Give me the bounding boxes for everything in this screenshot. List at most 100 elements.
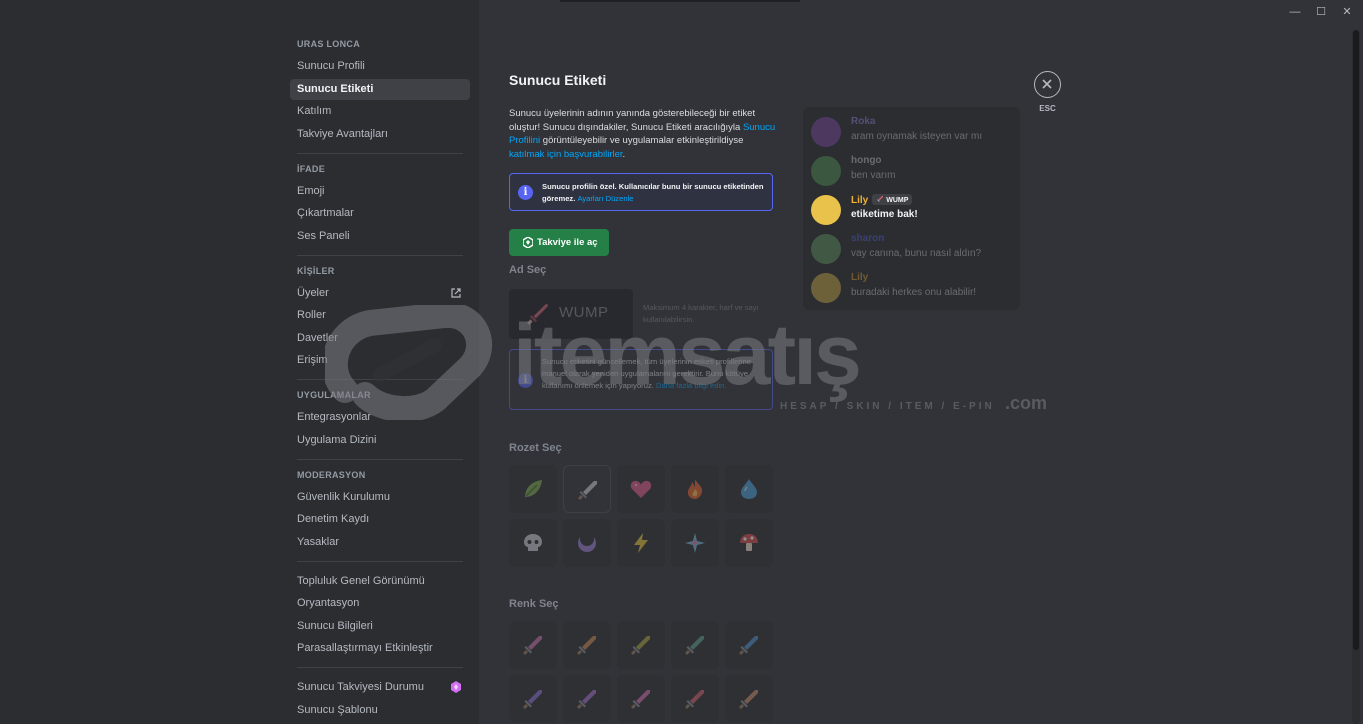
avatar	[811, 234, 841, 264]
boost-gem-icon	[523, 237, 533, 248]
color-option[interactable]	[563, 675, 611, 723]
sidebar-item[interactable]: Yasaklar	[290, 532, 470, 553]
badge-option[interactable]	[725, 465, 773, 513]
sidebar-item[interactable]: Topluluk Genel Görünümü	[290, 571, 470, 592]
avatar	[811, 156, 841, 186]
avatar	[811, 195, 841, 225]
sidebar-item[interactable]: Katılım	[290, 101, 470, 122]
esc-label: ESC	[1039, 104, 1056, 113]
boost-button-label: Takviye ile aç	[537, 237, 598, 248]
badge-option[interactable]	[563, 519, 611, 567]
color-option[interactable]	[725, 675, 773, 723]
nav-section-header: UYGULAMALAR	[297, 390, 371, 400]
heart-icon	[630, 480, 652, 498]
sidebar-item-label: Oryantasyon	[297, 597, 360, 609]
sword-icon	[523, 690, 542, 709]
sidebar-item[interactable]: Üyeler	[290, 283, 470, 304]
apply-link[interactable]: katılmak için başvurabilirler	[509, 149, 623, 160]
info-message: Sunucu profilin özel. Kullanıcılar bunu …	[542, 182, 764, 203]
desc-text: .	[622, 148, 626, 160]
color-option[interactable]	[617, 621, 665, 669]
sidebar-item-label: Denetim Kaydı	[297, 513, 370, 525]
message-author: sharon	[851, 233, 884, 244]
sword-icon	[527, 304, 548, 325]
nav-separator	[297, 667, 463, 668]
minimize-button[interactable]: —	[1287, 4, 1303, 20]
learn-more-link[interactable]: Daha fazla bilgi edin.	[656, 381, 727, 390]
close-settings[interactable]: ESC	[1034, 71, 1061, 113]
sidebar-item[interactable]: Sunucu Şablonu	[290, 700, 470, 721]
sidebar-item[interactable]: Sunucu Profili	[290, 56, 470, 77]
badge-option[interactable]	[509, 465, 557, 513]
info-icon: i	[518, 185, 533, 200]
sidebar-item[interactable]: Entegrasyonlar	[290, 407, 470, 428]
settings-sidebar: URAS LONCA Sunucu Profili Sunucu Etiketi Ka…	[0, 0, 479, 724]
sidebar-item[interactable]: Uygulama Dizini	[290, 430, 470, 451]
color-option[interactable]	[671, 621, 719, 669]
page-title: Sunucu Etiketi	[509, 72, 607, 88]
sidebar-item[interactable]: Roller	[290, 305, 470, 326]
color-option[interactable]	[725, 621, 773, 669]
tag-name-input[interactable]: WUMP	[509, 289, 633, 339]
watermark-tagline: HESAP / SKIN / ITEM / E-PIN	[780, 401, 995, 412]
message-author: hongo	[851, 155, 882, 166]
badge-option[interactable]	[725, 519, 773, 567]
color-option[interactable]	[671, 675, 719, 723]
sidebar-item[interactable]: Denetim Kaydı	[290, 509, 470, 530]
sidebar-item[interactable]: Davetler	[290, 328, 470, 349]
sidebar-item[interactable]: Sunucu Etiketi	[290, 78, 470, 100]
moon-icon	[578, 532, 596, 552]
badge-option[interactable]	[563, 465, 611, 513]
sidebar-item[interactable]: Parasallaştırmayı Etkinleştir	[290, 638, 470, 659]
sidebar-item-label: Üyeler	[297, 286, 329, 299]
sword-icon	[578, 481, 597, 500]
sidebar-item[interactable]: Takviye Avantajları	[290, 124, 470, 145]
badge-option[interactable]	[671, 465, 719, 513]
sidebar-item[interactable]: Çıkartmalar	[290, 203, 470, 224]
sidebar-item-label: Entegrasyonlar	[297, 411, 371, 423]
close-button[interactable]	[1034, 71, 1061, 98]
top-strip	[560, 0, 800, 2]
author-name: Lily	[851, 272, 869, 283]
color-option[interactable]	[617, 675, 665, 723]
nav-separator	[297, 254, 463, 256]
sidebar-item[interactable]: Güvenlik Kurulumu	[290, 487, 470, 508]
sidebar-item[interactable]: Sunucu Bilgileri	[290, 616, 470, 637]
sidebar-item[interactable]: Sunucu Takviyesi Durumu	[290, 677, 470, 698]
unlock-with-boost-button[interactable]: Takviye ile aç	[509, 229, 609, 256]
sidebar-item-label: Emoji	[297, 184, 325, 197]
info-icon: i	[518, 373, 533, 388]
tag-preview-panel: Roka aram oynamak isteyen var mı hongo ben …	[803, 107, 1020, 310]
preview-message: Lily buradaki herkes onu alabilir!	[811, 270, 1016, 306]
badge-option[interactable]	[617, 519, 665, 567]
update-warning-box: i Sunucu etiketini güncellemek, tüm üyel…	[509, 349, 773, 410]
author-name: Lily	[851, 195, 869, 206]
server-tag-text: WUMP	[886, 197, 909, 204]
sidebar-item[interactable]: Oryantasyon	[290, 593, 470, 614]
sidebar-item-label: Sunucu Profili	[297, 60, 365, 72]
scrollbar-thumb[interactable]	[1353, 30, 1359, 650]
name-hint: Maksimum 4 karakter, harf ve sayı kullan…	[643, 303, 759, 324]
mushroom-icon	[740, 534, 758, 551]
maximize-button[interactable]: ☐	[1313, 4, 1329, 20]
sidebar-item[interactable]: Ses Paneli	[290, 226, 470, 247]
close-window-button[interactable]: ✕	[1339, 4, 1355, 20]
sword-icon	[631, 690, 650, 709]
color-option[interactable]	[509, 621, 557, 669]
color-option[interactable]	[563, 621, 611, 669]
external-link-icon	[451, 287, 461, 298]
nav-separator	[297, 379, 463, 380]
badge-option[interactable]	[617, 465, 665, 513]
tag-name-value: WUMP	[559, 304, 609, 321]
sidebar-item-label: Sunucu Etiketi	[297, 82, 374, 95]
fire-icon	[687, 479, 703, 499]
sidebar-item[interactable]: Emoji	[290, 181, 470, 202]
sidebar-item-label: Erişim	[297, 354, 328, 366]
sidebar-item[interactable]: Erişim	[290, 350, 470, 371]
author-name: sharon	[851, 233, 885, 244]
page-description: Sunucu üyelerinin adının yanında göstere…	[509, 107, 779, 161]
badge-option[interactable]	[671, 519, 719, 567]
badge-option[interactable]	[509, 519, 557, 567]
edit-settings-link[interactable]: Ayarları Düzenle	[577, 194, 633, 203]
color-option[interactable]	[509, 675, 557, 723]
